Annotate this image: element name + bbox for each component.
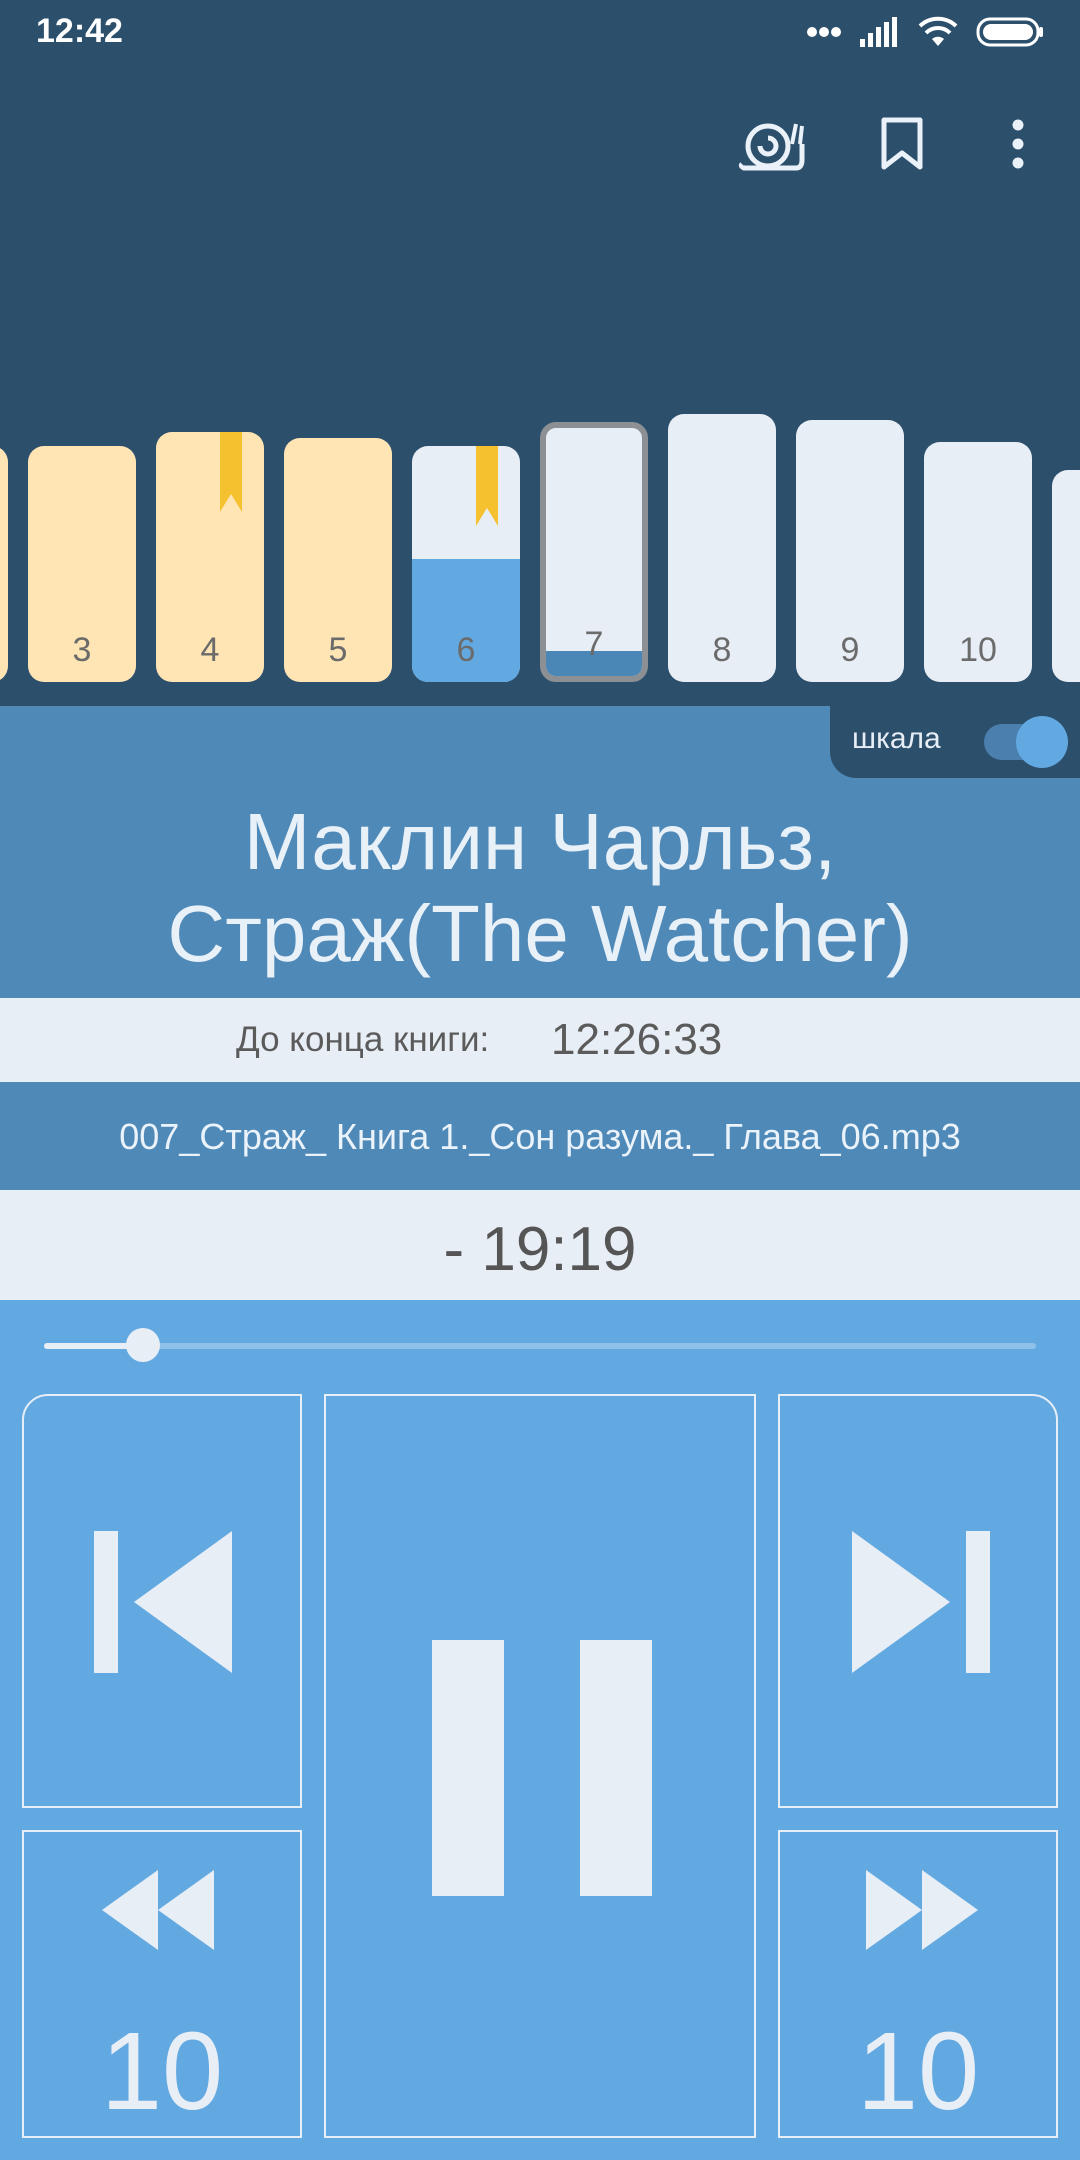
add-bookmark-button[interactable]	[862, 104, 942, 184]
snail-speed-icon	[738, 123, 805, 171]
status-bar: 12:42	[0, 0, 1080, 66]
chapter-timer: - 19:19	[443, 1215, 637, 1284]
bookmark-icon	[881, 117, 923, 170]
chapter-card[interactable]: 9	[796, 420, 904, 682]
book-title-line-1: Маклин Чарльз,	[243, 797, 837, 886]
bookmark-ribbon-icon	[220, 432, 242, 512]
chapter-strip[interactable]: 3 4 5 6 7 8 9 10	[0, 400, 1080, 706]
status-time: 12:42	[36, 12, 123, 50]
rewind-button[interactable]: 10	[22, 1830, 302, 2138]
forward-seconds: 10	[856, 2010, 980, 2133]
chapter-card[interactable]: 5	[284, 438, 392, 682]
scale-label: шкала	[852, 722, 941, 755]
previous-chapter-button[interactable]	[22, 1394, 302, 1808]
chapter-card[interactable]: 8	[668, 414, 776, 682]
chapter-number: 8	[712, 631, 732, 669]
skip-next-icon	[852, 1531, 990, 1673]
chapter-card-partial-right[interactable]	[1052, 470, 1080, 682]
chapter-number: 6	[456, 631, 476, 669]
scale-toggle-panel: шкала	[830, 706, 1080, 778]
rewind-icon	[102, 1870, 214, 1950]
seek-bar-thumb[interactable]	[126, 1328, 161, 1362]
chapter-card-partial-left[interactable]	[0, 446, 8, 682]
status-icons	[806, 12, 1044, 52]
book-title-line-2: Страж(The Watcher)	[167, 889, 913, 978]
playback-speed-button[interactable]	[731, 104, 811, 184]
file-name-row: 007_Страж_ Книга 1._Сон разума._ Глава_0…	[0, 1082, 1080, 1190]
chapter-timer-row: - 19:19	[0, 1190, 1080, 1300]
fast-forward-icon	[866, 1870, 978, 1950]
chapter-card[interactable]: 10	[924, 442, 1032, 682]
chapter-number: 3	[72, 631, 92, 669]
chapter-number: 4	[200, 631, 220, 669]
rewind-seconds: 10	[100, 2010, 224, 2133]
chapter-number: 7	[584, 625, 604, 663]
more-menu-button[interactable]	[978, 104, 1058, 184]
chapter-card[interactable]: 6	[412, 446, 520, 682]
remaining-value: 12:26:33	[551, 1015, 723, 1064]
bookmark-ribbon-icon	[476, 446, 498, 526]
chapter-number: 10	[959, 631, 997, 669]
more-vert-icon	[1012, 119, 1024, 169]
fast-forward-button[interactable]: 10	[778, 1830, 1058, 2138]
remaining-label: До конца книги:	[236, 1020, 490, 1059]
chapter-number: 5	[328, 631, 348, 669]
battery-icon	[976, 17, 1043, 47]
chapter-card-current[interactable]: 7	[540, 422, 648, 682]
wifi-icon	[918, 16, 958, 46]
pause-icon	[432, 1640, 652, 1896]
remaining-time-row: До конца книги: 12:26:33	[0, 998, 1080, 1082]
chapter-card[interactable]: 3	[28, 446, 136, 682]
skip-previous-icon	[94, 1531, 232, 1673]
scale-switch-knob[interactable]	[1016, 716, 1068, 768]
signal-icon	[860, 17, 897, 47]
chapter-number: 9	[840, 631, 860, 669]
dots-icon	[807, 27, 841, 37]
file-name: 007_Страж_ Книга 1._Сон разума._ Глава_0…	[119, 1116, 961, 1157]
seek-bar-track[interactable]	[44, 1343, 1036, 1349]
next-chapter-button[interactable]	[778, 1394, 1058, 1808]
play-pause-button[interactable]	[324, 1394, 756, 2138]
chapter-card[interactable]: 4	[156, 432, 264, 682]
